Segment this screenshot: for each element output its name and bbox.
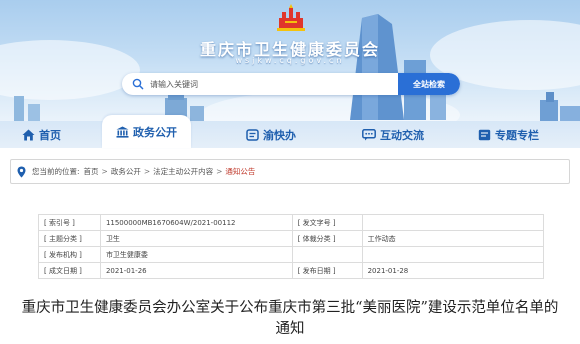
breadcrumb-separator: > — [216, 167, 223, 176]
search-bar: 全站检索 — [122, 73, 460, 95]
metadata-label: [ 主题分类 ] — [38, 230, 101, 247]
search-icon — [132, 78, 144, 90]
table-row: [ 成文日期 ] 2021-01-26 [ 发布日期 ] 2021-01-28 — [38, 262, 545, 279]
government-emblem-logo — [277, 4, 305, 31]
metadata-value: 卫生 — [99, 230, 293, 247]
main-nav: 首页 政务公开 渝快办 互动交流 专题专栏 — [0, 115, 580, 148]
nav-label-yukuaiban: 渝快办 — [263, 128, 296, 142]
metadata-label: [ 发布日期 ] — [291, 262, 363, 279]
nav-label-home: 首页 — [39, 128, 61, 142]
document-metadata-table: [ 索引号 ] 11500000MB1670604W/2021-00112 [ … — [38, 214, 545, 279]
metadata-label: [ 索引号 ] — [38, 214, 101, 231]
metadata-value: 2021-01-28 — [361, 262, 545, 279]
nav-label-topics: 专题专栏 — [495, 128, 539, 142]
breadcrumb-link-statutory-disclosure[interactable]: 法定主动公开内容 — [153, 166, 213, 177]
table-row: [ 主题分类 ] 卫生 [ 体裁分类 ] 工作动态 — [38, 230, 545, 247]
breadcrumb-link-notices[interactable]: 通知公告 — [225, 166, 255, 177]
breadcrumb-separator: > — [143, 167, 151, 176]
nav-label-government-affairs: 政务公开 — [133, 125, 177, 139]
breadcrumb-prefix: 您当前的位置: — [32, 167, 80, 176]
site-search-button[interactable]: 全站检索 — [398, 73, 460, 95]
government-building-icon — [116, 126, 129, 138]
metadata-value: 工作动态 — [361, 230, 545, 247]
search-input[interactable] — [146, 73, 406, 95]
metadata-label — [291, 246, 363, 263]
metadata-value: 2021-01-26 — [99, 262, 293, 279]
metadata-value — [361, 214, 545, 231]
breadcrumb-separator: > — [101, 167, 108, 176]
table-row: [ 发布机构 ] 市卫生健康委 — [38, 246, 545, 263]
topic-icon — [478, 129, 491, 140]
metadata-label: [ 发布机构 ] — [38, 246, 101, 263]
nav-label-interaction: 互动交流 — [380, 128, 424, 142]
metadata-label: [ 成文日期 ] — [38, 262, 101, 279]
metadata-label: [ 体裁分类 ] — [291, 230, 363, 247]
table-row: [ 索引号 ] 11500000MB1670604W/2021-00112 [ … — [38, 214, 545, 231]
service-icon — [246, 128, 259, 141]
home-icon — [22, 129, 35, 140]
metadata-label: [ 发文字号 ] — [291, 214, 363, 231]
breadcrumb-link-home[interactable]: 首页 — [84, 166, 99, 177]
header-banner: 重庆市卫生健康委员会 wsjkw.cq.gov.cn 全站检索 — [0, 0, 580, 128]
article-title: 重庆市卫生健康委员会办公室关于公布重庆市第三批“美丽医院”建设示范单位名单的通知 — [21, 300, 559, 337]
nav-item-yukuaiban[interactable]: 渝快办 — [246, 121, 296, 148]
nav-item-topics[interactable]: 专题专栏 — [478, 121, 539, 148]
metadata-value — [361, 246, 545, 263]
site-domain: wsjkw.cq.gov.cn — [235, 56, 345, 65]
breadcrumb-link-government-affairs[interactable]: 政务公开 — [111, 166, 141, 177]
metadata-value: 市卫生健康委 — [99, 246, 293, 263]
nav-item-home[interactable]: 首页 — [22, 121, 61, 148]
nav-item-government-affairs[interactable]: 政务公开 — [102, 115, 191, 148]
location-pin-icon — [17, 166, 26, 177]
metadata-value: 11500000MB1670604W/2021-00112 — [99, 214, 293, 231]
breadcrumb: 您当前的位置: 首页 > 政务公开 > 法定主动公开内容 > 通知公告 — [10, 159, 570, 184]
nav-item-interaction[interactable]: 互动交流 — [362, 121, 424, 148]
chat-icon — [362, 128, 376, 140]
